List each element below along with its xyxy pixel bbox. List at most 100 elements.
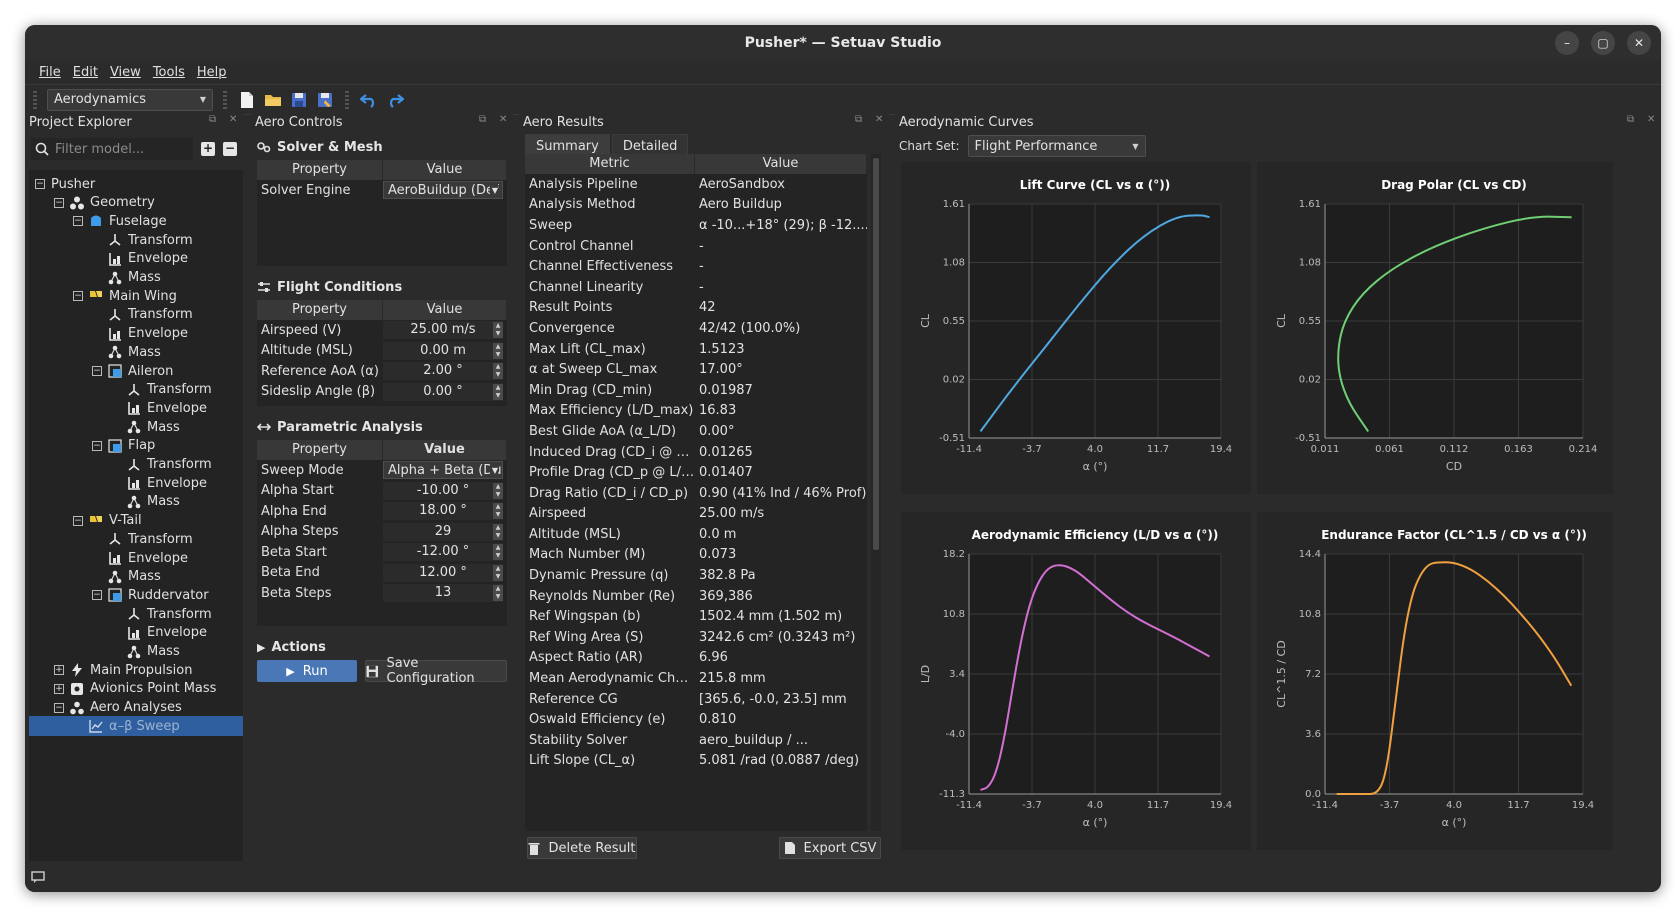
- workspace-select[interactable]: Aerodynamics ▼: [47, 88, 213, 111]
- spin-arrows-icon[interactable]: ▲ ▼: [493, 503, 503, 520]
- tree-leaf-item[interactable]: Mass: [29, 567, 243, 587]
- table-row[interactable]: Control Channel -: [525, 236, 867, 257]
- tree-item[interactable]: − V-Tail: [29, 511, 243, 531]
- table-row[interactable]: Aspect Ratio (AR) 6.96: [525, 648, 867, 669]
- run-button[interactable]: ▶ Run: [257, 660, 357, 682]
- property-spinbox[interactable]: -12.00 ° ▲ ▼: [383, 543, 503, 562]
- table-row[interactable]: Analysis Method Aero Buildup: [525, 195, 867, 216]
- property-spinbox[interactable]: 25.00 m/s ▲ ▼: [383, 321, 503, 340]
- tree-leaf-item[interactable]: Envelope: [29, 473, 243, 493]
- redo-icon[interactable]: [385, 90, 405, 110]
- collapse-toggle-icon[interactable]: −: [35, 179, 45, 189]
- table-row[interactable]: Min Drag (CD_min) 0.01987: [525, 380, 867, 401]
- collapse-toggle-icon[interactable]: −: [92, 590, 102, 601]
- spin-arrows-icon[interactable]: ▲ ▼: [493, 363, 503, 380]
- table-row[interactable]: Sweep α -10...+18° (29); β -12......: [525, 215, 867, 236]
- float-icon[interactable]: ⧉: [209, 115, 219, 125]
- property-spinbox[interactable]: 29 ▲ ▼: [383, 522, 503, 541]
- message-icon[interactable]: [31, 871, 45, 883]
- property-spinbox[interactable]: 2.00 ° ▲ ▼: [383, 362, 503, 381]
- tree-leaf-item[interactable]: Transform: [29, 455, 243, 475]
- tree-item[interactable]: − Aero Analyses: [29, 698, 243, 718]
- table-row[interactable]: Reference CG [365.6, -0.0, 23.5] mm: [525, 689, 867, 710]
- tree-item[interactable]: − Ruddervator: [29, 585, 243, 605]
- spin-arrows-icon[interactable]: ▲ ▼: [493, 342, 503, 359]
- expand-toggle-icon[interactable]: +: [54, 665, 64, 676]
- collapse-toggle-icon[interactable]: −: [54, 197, 64, 208]
- table-row[interactable]: Channel Linearity -: [525, 277, 867, 298]
- minimize-button[interactable]: –: [1555, 31, 1579, 55]
- float-icon[interactable]: ⧉: [479, 115, 489, 125]
- table-row[interactable]: Reynolds Number (Re) 369,386: [525, 586, 867, 607]
- tree-leaf-item[interactable]: Envelope: [29, 249, 243, 269]
- save-icon[interactable]: [289, 90, 309, 110]
- table-row[interactable]: Ref Wingspan (b) 1502.4 mm (1.502 m): [525, 606, 867, 627]
- menu-help[interactable]: Help: [191, 65, 233, 80]
- save-configuration-button[interactable]: Save Configuration: [365, 656, 507, 686]
- property-spinbox[interactable]: 0.00 ° ▲ ▼: [383, 382, 503, 401]
- table-row[interactable]: Drag Ratio (CD_i / CD_p) 0.90 (41% Ind / …: [525, 483, 867, 504]
- tree-leaf-item[interactable]: Mass: [29, 268, 243, 288]
- table-row[interactable]: Max Efficiency (L/D_max) 16.83: [525, 401, 867, 422]
- tree-leaf-item[interactable]: Mass: [29, 492, 243, 512]
- property-spinbox[interactable]: 13 ▲ ▼: [383, 584, 503, 603]
- chart-set-select[interactable]: Flight Performance ▼: [967, 135, 1146, 157]
- save-as-icon[interactable]: [315, 90, 335, 110]
- table-row[interactable]: Dynamic Pressure (q) 382.8 Pa: [525, 565, 867, 586]
- collapse-toggle-icon[interactable]: −: [73, 515, 83, 526]
- table-row[interactable]: Lift Slope (CL_α) 5.081 /rad (0.0887 /deg…: [525, 751, 867, 772]
- spin-arrows-icon[interactable]: ▲ ▼: [493, 523, 503, 540]
- undo-icon[interactable]: [359, 90, 379, 110]
- close-icon[interactable]: ✕: [875, 115, 885, 125]
- tree-leaf-item[interactable]: Envelope: [29, 548, 243, 568]
- property-spinbox[interactable]: 0.00 m ▲ ▼: [383, 341, 503, 360]
- table-row[interactable]: Altitude (MSL) 0.0 m: [525, 524, 867, 545]
- float-icon[interactable]: ⧉: [1627, 115, 1637, 125]
- tree-item[interactable]: − Fuselage: [29, 211, 243, 231]
- tree-item[interactable]: + Main Propulsion: [29, 660, 243, 680]
- collapse-toggle-icon[interactable]: −: [73, 291, 83, 302]
- close-icon[interactable]: ✕: [499, 115, 509, 125]
- table-row[interactable]: Induced Drag (CD_i @ L/D) 0.01265: [525, 442, 867, 463]
- tree-leaf-item[interactable]: Transform: [29, 380, 243, 400]
- spin-arrows-icon[interactable]: ▲ ▼: [493, 322, 503, 339]
- tree-item[interactable]: − Main Wing: [29, 286, 243, 306]
- collapse-toggle-icon[interactable]: −: [92, 366, 102, 376]
- table-row[interactable]: Mean Aerodynamic Chord ... 215.8 mm: [525, 668, 867, 689]
- tree-item[interactable]: + Avionics Point Mass: [29, 679, 243, 699]
- tree-item[interactable]: − Aileron: [29, 361, 243, 381]
- open-folder-icon[interactable]: [263, 90, 283, 110]
- collapse-all-button[interactable]: −: [223, 142, 237, 156]
- property-select[interactable]: AeroBuildup (Def ▼: [383, 181, 503, 200]
- collapse-toggle-icon[interactable]: −: [54, 702, 64, 713]
- expand-all-button[interactable]: +: [201, 142, 215, 156]
- tree-item[interactable]: α–β Sweep: [29, 716, 243, 737]
- tree-leaf-item[interactable]: Mass: [29, 417, 243, 437]
- filter-input[interactable]: Filter model...: [31, 138, 193, 160]
- delete-result-button[interactable]: Delete Result: [527, 837, 637, 859]
- table-row[interactable]: Ref Wing Area (S) 3242.6 cm² (0.3243 m²): [525, 627, 867, 648]
- menu-view[interactable]: View: [104, 65, 147, 80]
- toolbar-grip[interactable]: [345, 90, 349, 109]
- property-spinbox[interactable]: 18.00 ° ▲ ▼: [383, 502, 503, 521]
- table-row[interactable]: α at Sweep CL_max 17.00°: [525, 359, 867, 380]
- tree-leaf-item[interactable]: Envelope: [29, 623, 243, 643]
- maximize-button[interactable]: ▢: [1591, 31, 1615, 55]
- toolbar-grip[interactable]: [33, 90, 37, 109]
- spin-arrows-icon[interactable]: ▲ ▼: [493, 585, 503, 602]
- table-row[interactable]: Profile Drag (CD_p @ L/D) 0.01407: [525, 462, 867, 483]
- tree-leaf-item[interactable]: Transform: [29, 305, 243, 325]
- tree-item[interactable]: − Pusher: [29, 174, 243, 194]
- property-select[interactable]: Alpha + Beta (Du ▼: [383, 461, 503, 480]
- tree-leaf-item[interactable]: Mass: [29, 642, 243, 662]
- tree-leaf-item[interactable]: Mass: [29, 342, 243, 362]
- collapse-toggle-icon[interactable]: −: [92, 440, 102, 451]
- table-row[interactable]: Analysis Pipeline AeroSandbox: [525, 174, 867, 195]
- table-row[interactable]: Best Glide AoA (α_L/D) 0.00°: [525, 421, 867, 442]
- property-spinbox[interactable]: -10.00 ° ▲ ▼: [383, 481, 503, 500]
- tree-item[interactable]: − Geometry: [29, 193, 243, 213]
- menu-tools[interactable]: Tools: [147, 65, 191, 80]
- tree-leaf-item[interactable]: Envelope: [29, 398, 243, 418]
- tree-leaf-item[interactable]: Transform: [29, 529, 243, 549]
- close-icon[interactable]: ✕: [1647, 115, 1657, 125]
